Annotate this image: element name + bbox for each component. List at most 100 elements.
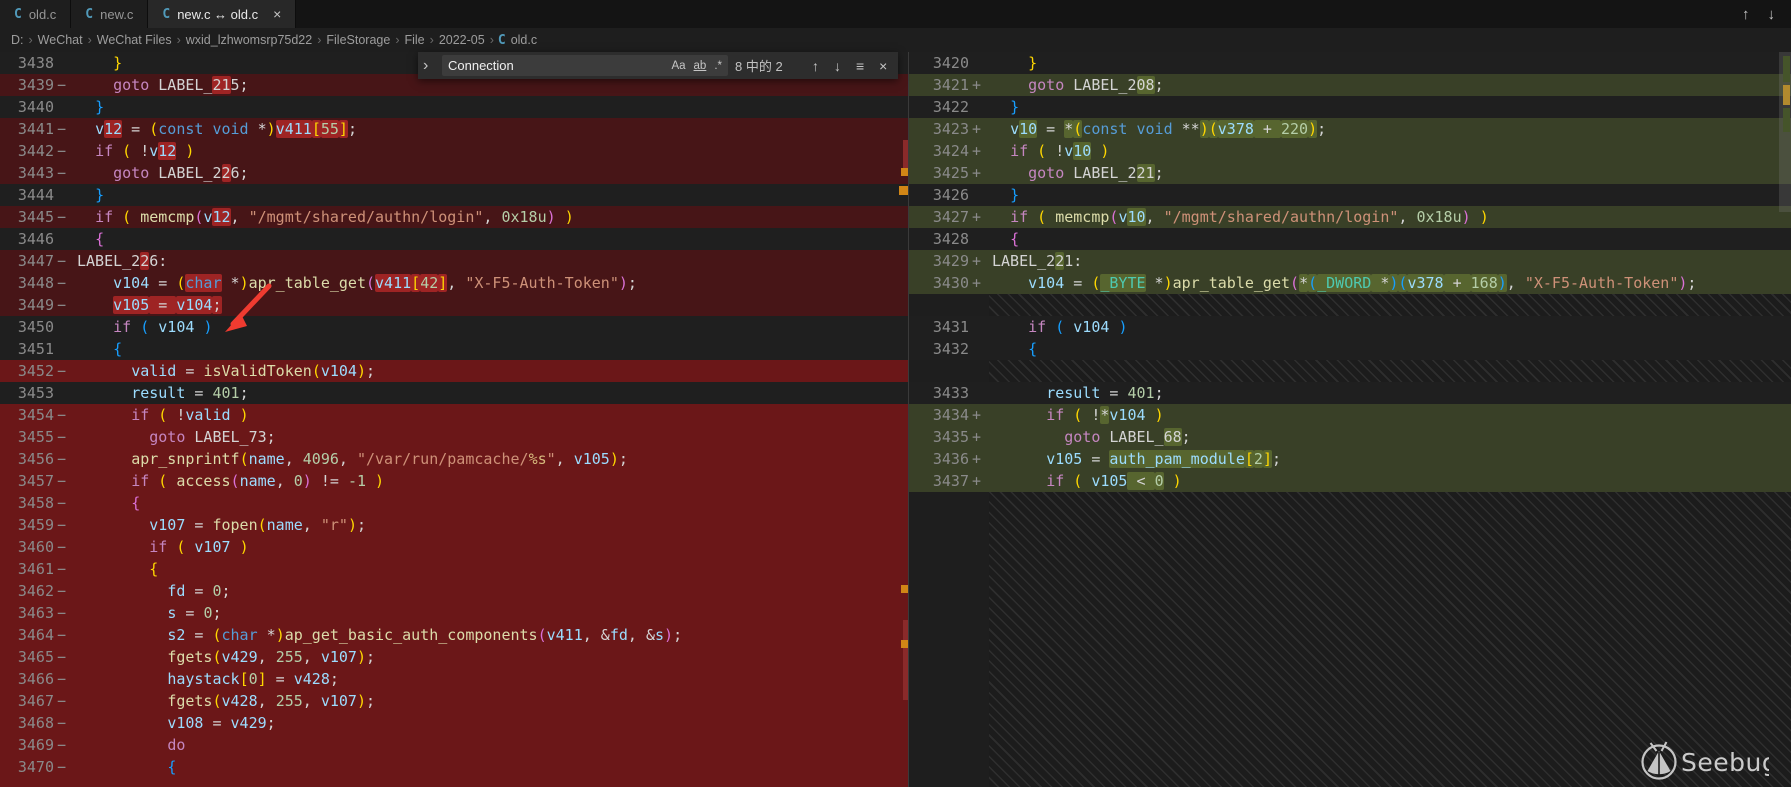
code-line[interactable]: 3453 result = 401; (0, 382, 908, 404)
arrow-up-icon[interactable]: ↑ (1742, 6, 1750, 23)
line-number[interactable]: 3444 (0, 184, 54, 206)
line-number[interactable]: 3443 (0, 162, 54, 184)
line-number[interactable]: 3448 (0, 272, 54, 294)
code-line[interactable]: 3423+ v10 = *(const void **)(v378 + 220)… (909, 118, 1791, 140)
breadcrumb-item[interactable]: WeChat (37, 33, 84, 47)
line-number[interactable]: 3453 (0, 382, 54, 404)
line-number[interactable]: 3442 (0, 140, 54, 162)
code-line[interactable]: 3424+ if ( !v10 ) (909, 140, 1791, 162)
code-line[interactable]: 3449− v105 = v104; (0, 294, 908, 316)
line-number[interactable]: 3460 (0, 536, 54, 558)
code-line[interactable]: 3447−LABEL_226: (0, 250, 908, 272)
code-line[interactable]: 3451 { (0, 338, 908, 360)
code-line[interactable]: 3468− v108 = v429; (0, 712, 908, 734)
line-number[interactable]: 3470 (0, 756, 54, 778)
code-line[interactable]: 3435+ goto LABEL_68; (909, 426, 1791, 448)
code-line[interactable]: 3441− v12 = (const void *)v411[55]; (0, 118, 908, 140)
line-number[interactable]: 3441 (0, 118, 54, 140)
line-number[interactable]: 3457 (0, 470, 54, 492)
code-line[interactable]: 3457− if ( access(name, 0) != -1 ) (0, 470, 908, 492)
breadcrumb-file[interactable]: Cold.c (498, 33, 537, 48)
line-number[interactable]: 3430 (909, 272, 969, 294)
line-number[interactable]: 3458 (0, 492, 54, 514)
overview-ruler[interactable] (900, 52, 908, 787)
line-number[interactable]: 3467 (0, 690, 54, 712)
line-number[interactable]: 3440 (0, 96, 54, 118)
line-number[interactable]: 3468 (0, 712, 54, 734)
line-number[interactable]: 3436 (909, 448, 969, 470)
line-number[interactable]: 3465 (0, 646, 54, 668)
code-line[interactable]: 3450 if ( v104 ) (0, 316, 908, 338)
find-query-text[interactable]: Connection (448, 58, 667, 73)
arrow-down-icon[interactable]: ↓ (1768, 6, 1776, 23)
code-line[interactable]: 3445− if ( memcmp(v12, "/mgmt/shared/aut… (0, 206, 908, 228)
line-number[interactable]: 3462 (0, 580, 54, 602)
line-number[interactable]: 3455 (0, 426, 54, 448)
line-number[interactable]: 3432 (909, 338, 969, 360)
line-number[interactable]: 3461 (0, 558, 54, 580)
find-in-selection-icon[interactable]: ≡ (852, 58, 868, 74)
line-number[interactable]: 3451 (0, 338, 54, 360)
match-case-icon[interactable]: Aa (667, 59, 689, 73)
find-next-icon[interactable]: ↓ (830, 58, 845, 74)
code-line[interactable]: 3464− s2 = (char *)ap_get_basic_auth_com… (0, 624, 908, 646)
line-number[interactable]: 3466 (0, 668, 54, 690)
code-line[interactable]: 3427+ if ( memcmp(v10, "/mgmt/shared/aut… (909, 206, 1791, 228)
line-number[interactable]: 3428 (909, 228, 969, 250)
regex-icon[interactable]: .* (710, 59, 726, 73)
line-number[interactable]: 3446 (0, 228, 54, 250)
line-number[interactable]: 3426 (909, 184, 969, 206)
code-line[interactable]: 3434+ if ( !*v104 ) (909, 404, 1791, 426)
line-number[interactable]: 3452 (0, 360, 54, 382)
code-line[interactable]: 3469− do (0, 734, 908, 756)
code-line[interactable]: 3465− fgets(v429, 255, v107); (0, 646, 908, 668)
breadcrumb-item[interactable]: wxid_lzhwomsrp75d22 (185, 33, 313, 47)
breadcrumb-item[interactable]: FileStorage (325, 33, 391, 47)
line-number[interactable]: 3437 (909, 470, 969, 492)
find-previous-icon[interactable]: ↑ (808, 58, 823, 74)
line-number[interactable]: 3456 (0, 448, 54, 470)
line-number[interactable]: 3454 (0, 404, 54, 426)
line-number[interactable]: 3435 (909, 426, 969, 448)
code-line[interactable]: 3454− if ( !valid ) (0, 404, 908, 426)
code-line[interactable]: 3462− fd = 0; (0, 580, 908, 602)
code-line[interactable]: 3448− v104 = (char *)apr_table_get(v411[… (0, 272, 908, 294)
close-icon[interactable]: × (875, 58, 891, 74)
code-line[interactable]: 3466− haystack[0] = v428; (0, 668, 908, 690)
line-number[interactable]: 3450 (0, 316, 54, 338)
line-number[interactable]: 3463 (0, 602, 54, 624)
vertical-scrollbar[interactable] (1779, 52, 1791, 787)
code-line[interactable]: 3431 if ( v104 ) (909, 316, 1791, 338)
line-number[interactable]: 3421 (909, 74, 969, 96)
code-line[interactable]: 3446 { (0, 228, 908, 250)
breadcrumb-item[interactable]: 2022-05 (438, 33, 486, 47)
line-number[interactable]: 3464 (0, 624, 54, 646)
tab-new.c-old.c[interactable]: Cnew.c ↔ old.c× (148, 0, 296, 28)
code-line[interactable]: 3455− goto LABEL_73; (0, 426, 908, 448)
breadcrumb-item[interactable]: D: (10, 33, 25, 47)
code-line[interactable]: 3442− if ( !v12 ) (0, 140, 908, 162)
code-line[interactable]: 3467− fgets(v428, 255, v107); (0, 690, 908, 712)
line-number[interactable]: 3469 (0, 734, 54, 756)
code-line[interactable]: 3463− s = 0; (0, 602, 908, 624)
code-line[interactable]: 3426 } (909, 184, 1791, 206)
code-line[interactable]: 3428 { (909, 228, 1791, 250)
tab-new.c[interactable]: Cnew.c (71, 0, 148, 28)
code-line[interactable]: 3430+ v104 = (_BYTE *)apr_table_get(*(_D… (909, 272, 1791, 294)
line-number[interactable]: 3445 (0, 206, 54, 228)
code-line[interactable]: 3421+ goto LABEL_208; (909, 74, 1791, 96)
code-line[interactable]: 3422 } (909, 96, 1791, 118)
line-number[interactable]: 3424 (909, 140, 969, 162)
line-number[interactable]: 3459 (0, 514, 54, 536)
line-number[interactable]: 3449 (0, 294, 54, 316)
code-line[interactable]: 3452− valid = isValidToken(v104); (0, 360, 908, 382)
line-number[interactable]: 3447 (0, 250, 54, 272)
code-line[interactable]: 3437+ if ( v105 < 0 ) (909, 470, 1791, 492)
close-icon[interactable]: × (273, 7, 281, 21)
line-number[interactable]: 3423 (909, 118, 969, 140)
code-line[interactable]: 3420 } (909, 52, 1791, 74)
breadcrumb-item[interactable]: File (403, 33, 425, 47)
toggle-replace-icon[interactable]: › (423, 57, 435, 75)
code-line[interactable]: 3456− apr_snprintf(name, 4096, "/var/run… (0, 448, 908, 470)
line-number[interactable]: 3427 (909, 206, 969, 228)
